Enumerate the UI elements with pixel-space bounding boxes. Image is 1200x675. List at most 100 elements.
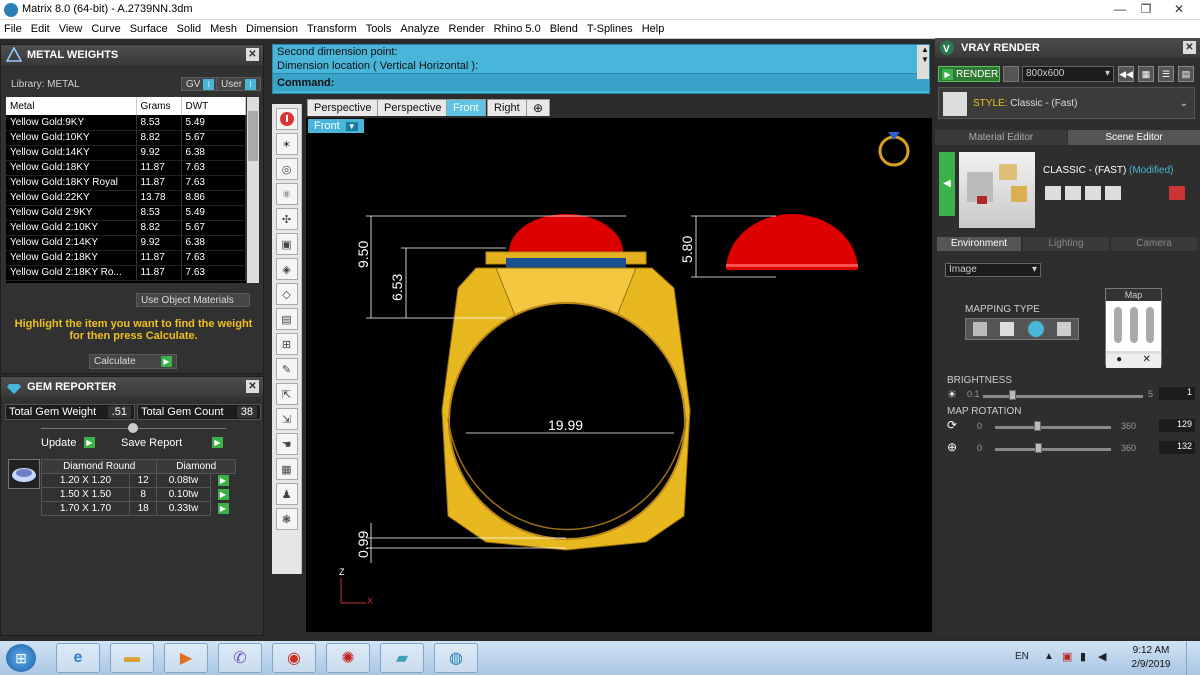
tab-right[interactable]: Right — [487, 99, 527, 116]
environment-type-select[interactable]: Image ▾ — [945, 263, 1041, 277]
hand-tool-icon[interactable]: ☚ — [275, 433, 298, 455]
media-player-icon[interactable]: ▶ — [164, 643, 208, 673]
transform-tool-icon[interactable]: ✣ — [275, 208, 298, 230]
tab-perspective-1[interactable]: Perspective — [307, 99, 379, 116]
brightness-knob[interactable] — [1009, 390, 1016, 400]
table-row[interactable]: Yellow Gold:22KY 13.78 8.86 — [6, 190, 246, 206]
table-row[interactable]: Yellow Gold 2:18KY 11.87 7.63 — [6, 250, 246, 266]
paint-tool-icon[interactable]: ✎ — [275, 358, 298, 380]
import-icon[interactable] — [1085, 186, 1101, 200]
menu-file[interactable]: File — [4, 23, 22, 35]
tab-camera[interactable]: Camera — [1111, 237, 1197, 251]
viewport-front[interactable]: Front ▼ 9.50 6.53 5.80 19.99 0.99 Z X — [306, 118, 932, 632]
list-icon[interactable]: ☰ — [1158, 66, 1174, 82]
clock-date[interactable]: 2/9/2019 — [1127, 659, 1175, 670]
scrollbar[interactable] — [247, 97, 259, 283]
update-button[interactable]: Update ▶ — [37, 435, 99, 450]
tab-lighting[interactable]: Lighting — [1023, 237, 1109, 251]
maximize-button[interactable]: ❐ — [1133, 0, 1159, 18]
rotation-value-1[interactable]: 129 — [1159, 419, 1195, 432]
export-icon[interactable] — [1105, 186, 1121, 200]
rotation-slider-2[interactable] — [995, 448, 1111, 451]
tray-expand-icon[interactable]: ▲ — [1044, 651, 1054, 662]
gem-row-action[interactable]: ▶ — [210, 474, 236, 488]
explorer-icon[interactable]: ▬ — [110, 643, 154, 673]
axis-tool-icon[interactable]: ✶ — [275, 133, 298, 155]
scene-collapse-icon[interactable]: ◀ — [939, 152, 955, 216]
camera-icon[interactable] — [1003, 66, 1019, 82]
map-preview[interactable]: Map ● ✕ — [1105, 288, 1162, 368]
menu-edit[interactable]: Edit — [31, 23, 50, 35]
menu-dimension[interactable]: Dimension — [246, 23, 298, 35]
calculate-button[interactable]: Calculate ▶ — [89, 354, 177, 369]
cube-tool-icon[interactable]: ◈ — [275, 258, 298, 280]
notes-icon[interactable]: ▰ — [380, 643, 424, 673]
minimize-button[interactable]: — — [1107, 0, 1133, 18]
table-row[interactable]: Yellow Gold 2:9KY 8.53 5.49 — [6, 205, 246, 221]
resolution-select[interactable]: 800x600 ▾ — [1022, 66, 1114, 82]
network-icon[interactable]: ▣ — [1062, 650, 1072, 663]
viber-icon[interactable]: ✆ — [218, 643, 262, 673]
volume-icon[interactable]: ◀ — [1098, 650, 1106, 663]
node-tool-icon[interactable]: ⚛ — [275, 183, 298, 205]
close-icon[interactable]: ✕ — [246, 48, 259, 61]
show-desktop-button[interactable] — [1186, 641, 1200, 675]
gem-row-action[interactable]: ▶ — [210, 502, 236, 516]
chrome-icon[interactable]: ◉ — [272, 643, 316, 673]
table-row[interactable]: 1.50 X 1.50 8 0.10tw ▶ — [41, 487, 236, 502]
brightness-slider[interactable] — [983, 395, 1143, 398]
table-row[interactable]: Yellow Gold 2:18KY Ro... 11.87 7.63 — [6, 265, 246, 281]
close-icon[interactable]: ✕ — [1183, 41, 1196, 54]
menu-curve[interactable]: Curve — [91, 23, 120, 35]
tab-environment[interactable]: Environment — [937, 237, 1021, 251]
menu-rhino[interactable]: Rhino 5.0 — [494, 23, 541, 35]
tab-perspective-2[interactable]: Perspective — [377, 99, 449, 116]
render-button[interactable]: ▶ RENDER — [938, 66, 1000, 82]
table-row[interactable]: Yellow Gold:9KY 8.53 5.49 — [6, 115, 246, 131]
menu-blend[interactable]: Blend — [550, 23, 578, 35]
rotation-slider-1[interactable] — [995, 426, 1111, 429]
ie-icon[interactable]: e — [56, 643, 100, 673]
globe-tool-icon[interactable]: ◎ — [275, 158, 298, 180]
cursor-off-tool-icon[interactable]: ⇱ — [275, 383, 298, 405]
cylindrical-icon[interactable] — [1057, 322, 1072, 336]
menu-analyze[interactable]: Analyze — [400, 23, 439, 35]
clock-time[interactable]: 9:12 AM — [1127, 645, 1175, 656]
gear-tool-icon[interactable]: ❃ — [275, 508, 298, 530]
grid-icon[interactable]: ▦ — [1138, 66, 1154, 82]
gem-row-action[interactable]: ▶ — [210, 488, 236, 502]
menu-render[interactable]: Render — [449, 23, 485, 35]
diamond-thumbnail[interactable] — [8, 459, 40, 489]
add-tab-icon[interactable]: ⊕ — [526, 99, 551, 116]
menu-tsplines[interactable]: T-Splines — [587, 23, 633, 35]
reset-icon[interactable] — [1169, 186, 1185, 200]
matrix-icon[interactable]: ◍ — [434, 643, 478, 673]
cubic-icon[interactable] — [1000, 322, 1015, 336]
style-select[interactable]: STYLE: Classic - (Fast) ⌄ — [938, 87, 1195, 119]
command-input[interactable]: Command: — [273, 73, 929, 91]
col-dwt[interactable]: DWT — [181, 97, 246, 115]
settings-icon[interactable]: ▤ — [1178, 66, 1194, 82]
save-report-button[interactable]: Save Report ▶ — [117, 435, 227, 450]
use-object-materials[interactable]: Use Object Materials — [136, 293, 250, 307]
language-indicator[interactable]: EN — [1015, 651, 1029, 662]
tab-scene-editor[interactable]: Scene Editor — [1068, 130, 1200, 145]
tab-material-editor[interactable]: Material Editor — [935, 130, 1067, 145]
table-row[interactable]: 1.70 X 1.70 18 0.33tw ▶ — [41, 501, 236, 516]
menu-tools[interactable]: Tools — [366, 23, 392, 35]
scrollbar-thumb[interactable] — [248, 111, 258, 161]
cube-select-tool-icon[interactable]: ▤ — [275, 308, 298, 330]
col-grams[interactable]: Grams — [136, 97, 182, 115]
rewind-icon[interactable]: ◀◀ — [1118, 66, 1134, 82]
figure-tool-icon[interactable]: ♟ — [275, 483, 298, 505]
menu-surface[interactable]: Surface — [130, 23, 168, 35]
planar-icon[interactable] — [972, 322, 987, 336]
table-row[interactable]: Yellow Gold:18KY Royal 11.87 7.63 — [6, 175, 246, 191]
table-row[interactable]: Yellow Gold 2:14KY 9.92 6.38 — [6, 235, 246, 251]
save-as-icon[interactable] — [1065, 186, 1081, 200]
col-metal[interactable]: Metal — [6, 97, 137, 115]
box-tool-icon[interactable]: ▣ — [275, 233, 298, 255]
cube-edit-tool-icon[interactable]: ◇ — [275, 283, 298, 305]
menu-mesh[interactable]: Mesh — [210, 23, 237, 35]
table-row[interactable]: Yellow Gold:10KY 8.82 5.67 — [6, 130, 246, 146]
